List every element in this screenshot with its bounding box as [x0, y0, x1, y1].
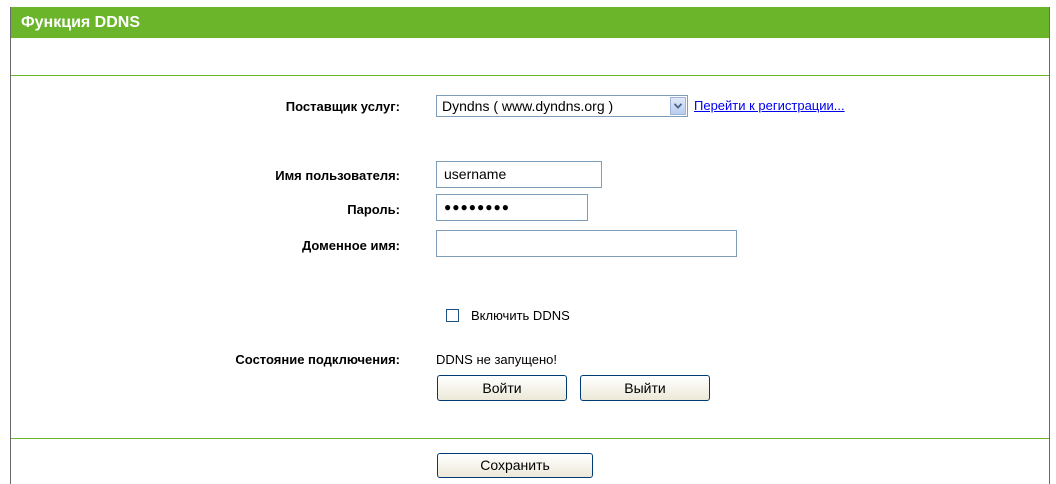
register-link[interactable]: Перейти к регистрации...: [694, 98, 845, 113]
domain-input[interactable]: [436, 230, 737, 257]
username-input[interactable]: username: [436, 161, 602, 188]
ddns-panel: Функция DDNS Поставщик услуг: Dyndns ( w…: [10, 7, 1050, 484]
enable-ddns-label: Включить DDNS: [471, 308, 570, 323]
page-title: Функция DDNS: [11, 7, 1049, 38]
provider-label: Поставщик услуг:: [285, 99, 400, 114]
login-button[interactable]: Войти: [437, 375, 567, 401]
connection-status-label: Состояние подключения:: [235, 352, 400, 367]
logout-button[interactable]: Выйти: [580, 375, 710, 401]
chevron-down-icon[interactable]: [670, 97, 686, 115]
divider-top: [11, 75, 1049, 76]
save-button[interactable]: Сохранить: [437, 453, 593, 478]
enable-ddns-checkbox[interactable]: [446, 309, 459, 322]
provider-select[interactable]: Dyndns ( www.dyndns.org ): [436, 95, 688, 117]
provider-select-value: Dyndns ( www.dyndns.org ): [442, 98, 614, 114]
domain-label: Доменное имя:: [301, 238, 400, 253]
username-label: Имя пользователя:: [275, 168, 400, 183]
connection-status-value: DDNS не запущено!: [436, 352, 557, 367]
divider-bottom: [11, 438, 1049, 439]
password-label: Пароль:: [347, 202, 400, 217]
password-input[interactable]: ●●●●●●●●: [436, 194, 588, 221]
